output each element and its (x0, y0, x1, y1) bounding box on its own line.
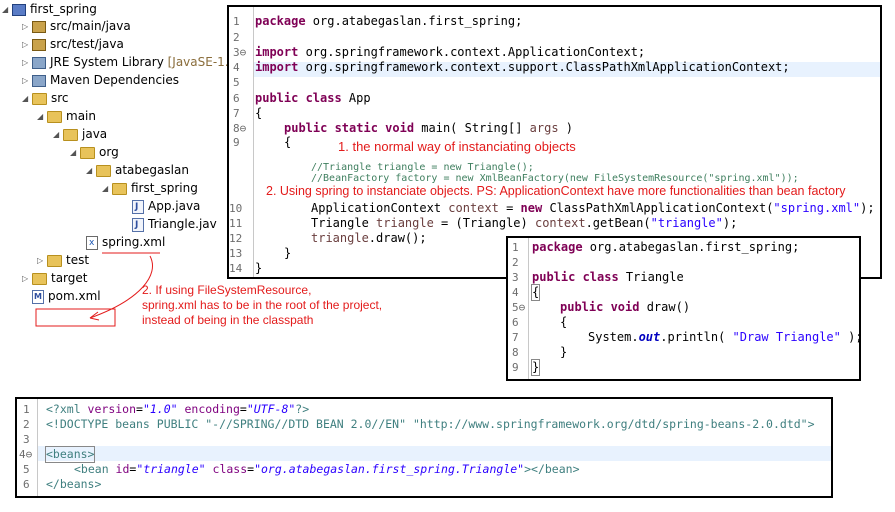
line-number: 8⊖ (233, 122, 247, 135)
line-number: 4 (233, 61, 240, 74)
code-line: public static void main( String[] args ) (284, 121, 573, 135)
line-number: 3⊖ (233, 46, 247, 59)
code-line: { (560, 315, 568, 329)
root-location-box (35, 308, 116, 327)
line-number: 10 (229, 202, 243, 215)
code-line: package org.atabegaslan.first_spring; (255, 14, 523, 28)
line-number: 11 (229, 217, 243, 230)
code-line: <!DOCTYPE beans PUBLIC "-//SPRING//DTD B… (46, 417, 815, 431)
line-number: 1 (23, 403, 30, 416)
line-number: 3 (23, 433, 30, 446)
line-number: 1 (233, 15, 240, 28)
triangle-java-editor[interactable]: 1 2 3 4 5⊖ 6 7 8 9 package org.atabegasl… (506, 236, 863, 381)
code-line: <bean id="triangle" class="org.atabegasl… (74, 462, 580, 476)
line-number: 13 (229, 247, 243, 260)
code-line: package org.atabegaslan.first_spring; (532, 240, 800, 254)
annotation-line: instead of being in the classpath (142, 313, 314, 327)
line-number: 2 (512, 256, 519, 269)
code-line: { (530, 284, 541, 301)
code-line: public void draw() (560, 300, 691, 314)
line-number: 2 (233, 31, 240, 44)
code-line: <beans> (44, 446, 96, 463)
code-line: } (530, 359, 541, 376)
line-number: 5 (233, 76, 240, 89)
code-line: { (255, 106, 263, 120)
code-line: } (255, 261, 263, 275)
line-number: 7 (512, 331, 519, 344)
annotation-line: spring.xml has to be in the root of the … (142, 298, 383, 312)
line-number: 6 (512, 316, 519, 329)
code-line: ApplicationContext context = new ClassPa… (311, 201, 875, 215)
line-number: 9 (233, 136, 240, 149)
code-line: Triangle triangle = (Triangle) context.g… (311, 216, 738, 230)
line-number: 12 (229, 232, 243, 245)
code-line: System.out.println( "Draw Triangle" ); (588, 330, 863, 344)
line-number: 5⊖ (512, 301, 526, 314)
annotation-normal-way: 1. the normal way of instanciating objec… (338, 139, 576, 154)
line-number: 14 (229, 262, 243, 275)
line-number: 4 (512, 286, 519, 299)
current-line-highlight (38, 446, 831, 461)
line-number: 8 (512, 346, 519, 359)
code-line: } (560, 345, 568, 359)
line-number: 9 (512, 361, 519, 374)
code-line: </beans> (46, 477, 102, 491)
line-number: 1 (512, 241, 519, 254)
line-number: 7 (233, 107, 240, 120)
annotation-file-system-resource: 2. If using FileSystemResource, spring.x… (142, 283, 382, 328)
code-line: public class Triangle (532, 270, 684, 284)
code-line: public class App (255, 91, 371, 105)
annotation-line: 2. If using FileSystemResource, (142, 283, 312, 297)
line-number: 2 (23, 418, 30, 431)
code-line: import org.springframework.context.suppo… (255, 60, 790, 74)
line-number: 3 (512, 271, 519, 284)
line-number: 6 (23, 478, 30, 491)
code-line: { (284, 135, 292, 149)
code-line: } (284, 246, 292, 260)
code-line: triangle.draw(); (311, 231, 427, 245)
annotation-using-spring: 2. Using spring to instanciate objects. … (266, 184, 846, 198)
line-number: 5 (23, 463, 30, 476)
code-line: <?xml version="1.0" encoding="UTF-8"?> (46, 402, 310, 416)
code-line: import org.springframework.context.Appli… (255, 45, 646, 59)
spring-xml-editor[interactable]: 1 2 3 4⊖ 5 6 <?xml version="1.0" encodin… (15, 397, 833, 498)
line-number: 4⊖ (19, 448, 33, 461)
line-number: 6 (233, 92, 240, 105)
